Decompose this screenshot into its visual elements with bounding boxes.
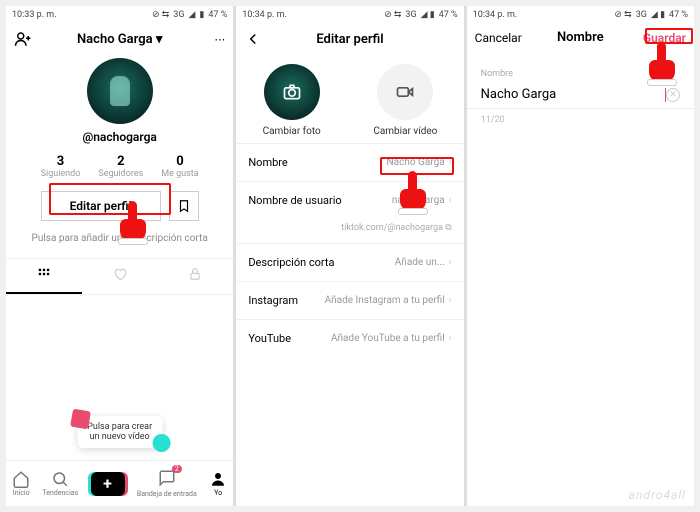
profile-url: tiktok.com/@nachogarga ⧉ — [236, 219, 463, 243]
network-label: 3G — [173, 10, 184, 20]
inbox-badge: 2 — [172, 465, 182, 473]
nav-me[interactable]: Yo — [209, 470, 227, 497]
name-input[interactable]: Nacho Garga — [481, 87, 664, 102]
status-bar: 10:34 p. m. ⊘ ⇆3G◢ ▮47 % — [467, 6, 694, 24]
status-icons: ⊘ ⇆3G◢ ▮47 % — [614, 10, 688, 20]
signal-icon: ◢ — [189, 10, 196, 20]
row-youtube[interactable]: YouTube Añade YouTube a tu perfil› — [236, 319, 463, 357]
avatar-section: @nachogarga — [6, 58, 233, 144]
name-header: Cancelar Nombre Guardar — [467, 24, 694, 51]
chevron-right-icon: › — [449, 157, 452, 168]
row-name[interactable]: Nombre Nacho Garga› — [236, 143, 463, 181]
pane-edit-profile: 10:34 p. m. ⊘ ⇆3G◢ ▮47 % Editar perfil C… — [236, 6, 463, 506]
create-tooltip: Pulsa para crear un nuevo vídeo — [77, 416, 162, 448]
chevron-right-icon: › — [449, 195, 452, 206]
three-pane-tutorial: 10:33 p. m. ⊘ ⇆ 3G ◢ ▮ 47 % Nacho Garga … — [6, 6, 694, 506]
tab-private[interactable] — [158, 259, 234, 294]
char-counter: 11/20 — [467, 109, 694, 131]
nav-create[interactable]: + — [91, 472, 125, 496]
status-bar: 10:34 p. m. ⊘ ⇆3G◢ ▮47 % — [236, 6, 463, 24]
edit-row: Editar perfil — [6, 191, 233, 221]
battery-icon: ▮ — [199, 10, 204, 20]
more-button[interactable]: ⋯ — [181, 33, 225, 46]
row-username[interactable]: Nombre de usuario nachogarga› — [236, 181, 463, 219]
change-video[interactable]: Cambiar vídeo — [373, 64, 437, 137]
row-instagram[interactable]: Instagram Añade Instagram a tu perfil› — [236, 281, 463, 319]
nav-home[interactable]: Inicio — [12, 470, 30, 497]
bottom-nav: Inicio Tendencias + 2Bandeja de entrada … — [6, 460, 233, 506]
pane-profile: 10:33 p. m. ⊘ ⇆ 3G ◢ ▮ 47 % Nacho Garga … — [6, 6, 233, 506]
stat-following[interactable]: 3Siguiendo — [41, 154, 81, 179]
add-friend-button[interactable] — [14, 30, 58, 48]
stat-likes[interactable]: 0Me gusta — [161, 154, 198, 179]
nav-inbox[interactable]: 2Bandeja de entrada — [137, 469, 197, 498]
status-icons: ⊘ ⇆ 3G ◢ ▮ 47 % — [152, 10, 227, 20]
pane-edit-name: 10:34 p. m. ⊘ ⇆3G◢ ▮47 % Cancelar Nombre… — [467, 6, 694, 506]
chevron-right-icon: › — [449, 333, 452, 344]
back-button[interactable] — [244, 30, 288, 48]
chevron-down-icon: ▾ — [156, 32, 163, 47]
tooltip-decor-icon — [152, 434, 170, 452]
media-row: Cambiar foto Cambiar vídeo — [236, 54, 463, 143]
tooltip-text: Pulsa para crear un nuevo vídeo — [87, 422, 152, 442]
name-title: Nombre — [531, 30, 630, 45]
copy-icon[interactable]: ⧉ — [445, 223, 451, 233]
handle: @nachogarga — [82, 130, 156, 144]
row-description[interactable]: Descripción corta Añade un...› — [236, 243, 463, 281]
status-time: 10:34 p. m. — [473, 10, 518, 20]
chevron-right-icon: › — [449, 295, 452, 306]
edit-profile-button[interactable]: Editar perfil — [41, 191, 161, 221]
cancel-button[interactable]: Cancelar — [475, 31, 522, 45]
profile-title-text: Nacho Garga — [77, 32, 153, 47]
plus-icon: + — [91, 472, 125, 496]
stats-row: 3Siguiendo 2Seguidores 0Me gusta — [6, 154, 233, 179]
change-photo[interactable]: Cambiar foto — [263, 64, 321, 137]
edit-title: Editar perfil — [288, 32, 411, 47]
tooltip-decor-icon — [70, 409, 91, 430]
short-desc-hint[interactable]: Pulsa para añadir una descripción corta — [6, 233, 233, 244]
tab-grid[interactable] — [6, 259, 82, 294]
battery-label: 47 % — [208, 10, 227, 20]
avatar[interactable] — [87, 58, 153, 124]
save-button[interactable]: Guardar — [643, 31, 686, 45]
wifi-icon: ⊘ ⇆ — [152, 10, 169, 20]
edit-header: Editar perfil — [236, 24, 463, 54]
profile-title[interactable]: Nacho Garga ▾ — [58, 32, 181, 47]
video-icon — [377, 64, 433, 120]
status-time: 10:33 p. m. — [12, 10, 57, 20]
stat-followers[interactable]: 2Seguidores — [98, 154, 143, 179]
profile-header: Nacho Garga ▾ ⋯ — [6, 24, 233, 54]
status-bar: 10:33 p. m. ⊘ ⇆ 3G ◢ ▮ 47 % — [6, 6, 233, 24]
tab-liked[interactable] — [82, 259, 158, 294]
clear-button[interactable]: ✕ — [666, 88, 680, 102]
field-label: Nombre — [467, 51, 694, 83]
status-time: 10:34 p. m. — [242, 10, 287, 20]
name-input-row[interactable]: Nacho Garga ✕ — [467, 83, 694, 109]
nav-trending[interactable]: Tendencias — [42, 470, 78, 497]
chevron-right-icon: › — [449, 257, 452, 268]
bookmark-button[interactable] — [169, 191, 199, 221]
status-icons: ⊘ ⇆3G◢ ▮47 % — [384, 10, 458, 20]
content-tabs — [6, 258, 233, 295]
camera-icon — [264, 64, 320, 120]
